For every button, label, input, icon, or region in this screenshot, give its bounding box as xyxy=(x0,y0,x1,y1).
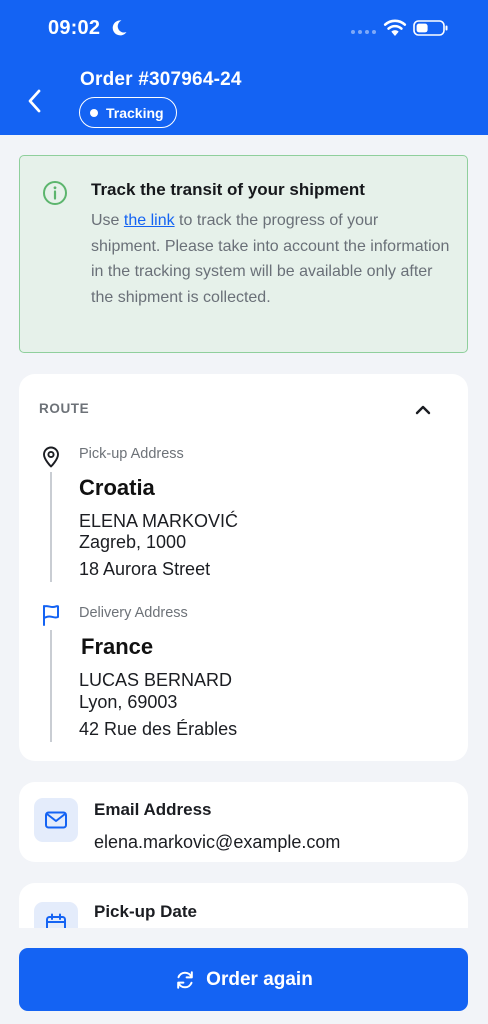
badge-dot xyxy=(90,108,98,117)
email-value: elena.markovic@example.com xyxy=(94,832,341,852)
battery-icon xyxy=(413,20,448,36)
delivery-name: LUCAS BERNARD xyxy=(79,670,233,690)
email-label: Email Address xyxy=(94,800,212,819)
info-title: Track the transit of your shipment xyxy=(91,180,365,199)
pickup-timeline-line xyxy=(50,472,52,582)
tracking-info-banner: Track the transit of your shipment Use t… xyxy=(19,155,468,353)
route-card: ROUTE Pick-up Address Croatia ELENA MARK… xyxy=(19,374,468,761)
order-title: Order #307964-24 xyxy=(80,69,242,90)
status-badge-label: Tracking xyxy=(106,104,164,121)
order-again-button[interactable]: Order again xyxy=(19,948,468,1011)
collapse-route-button[interactable] xyxy=(411,398,435,422)
chevron-up-icon xyxy=(415,405,431,415)
delivery-street: 42 Rue des Érables xyxy=(79,719,238,739)
info-circle-icon xyxy=(43,181,67,205)
back-button[interactable] xyxy=(18,84,52,118)
email-card: Email Address elena.markovic@example.com xyxy=(19,782,468,862)
order-again-label: Order again xyxy=(206,968,313,990)
delivery-city: Lyon, 69003 xyxy=(79,692,178,712)
cellular-signal-icon xyxy=(351,30,376,34)
pickup-country: Croatia xyxy=(79,475,155,500)
route-section-label: ROUTE xyxy=(39,401,90,416)
flag-icon xyxy=(43,605,59,626)
wifi-icon xyxy=(383,19,407,36)
info-text-start: Use xyxy=(91,212,124,229)
mail-icon xyxy=(45,811,67,829)
map-pin-icon xyxy=(43,446,59,468)
refresh-icon xyxy=(177,970,193,989)
delivery-country: France xyxy=(81,634,154,659)
pickup-name: ELENA MARKOVIĆ xyxy=(79,511,239,531)
chevron-left-icon xyxy=(28,89,41,113)
delivery-timeline-line xyxy=(50,630,52,742)
pickup-date-label: Pick-up Date xyxy=(94,902,197,921)
pickup-address-label: Pick-up Address xyxy=(79,446,184,462)
pickup-city: Zagreb, 1000 xyxy=(79,532,187,552)
pickup-street: 18 Aurora Street xyxy=(79,559,211,579)
bottom-action-bar: Order again xyxy=(0,928,488,1024)
app-header: 09:02 Order #307964-24 Tracking xyxy=(0,0,488,135)
info-text: Use the link to track the progress of yo… xyxy=(91,208,451,310)
status-badge: Tracking xyxy=(79,97,177,128)
status-bar: 09:02 xyxy=(0,0,488,60)
delivery-address-label: Delivery Address xyxy=(79,605,188,621)
moon-icon xyxy=(112,20,127,36)
email-icon-tile xyxy=(34,798,78,842)
tracking-link[interactable]: the link xyxy=(124,212,175,229)
status-time: 09:02 xyxy=(48,17,101,39)
